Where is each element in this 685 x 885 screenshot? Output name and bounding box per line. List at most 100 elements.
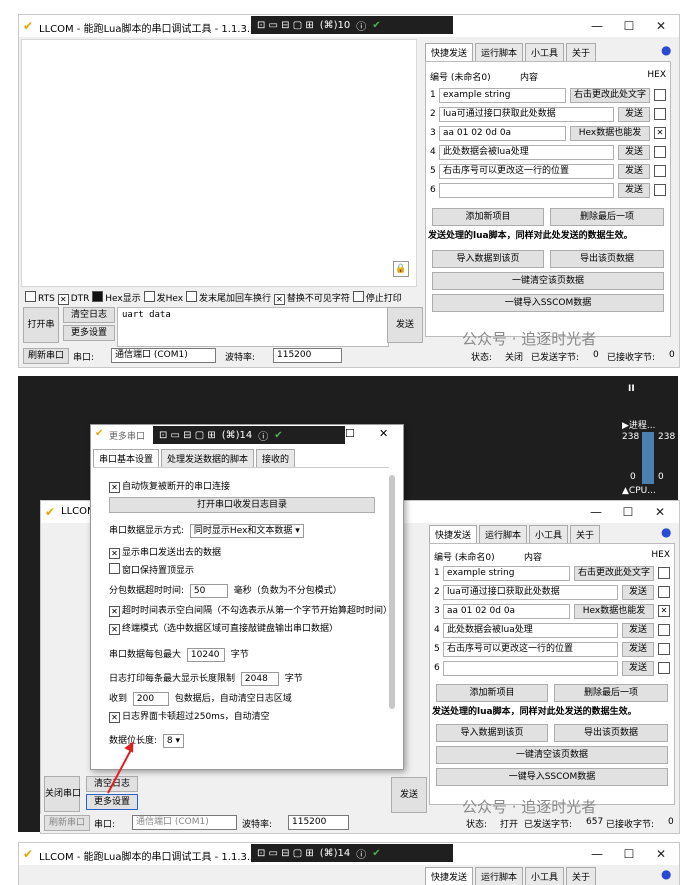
tab-quick-send[interactable]: 快捷发送: [425, 43, 474, 62]
row-hex-checkbox[interactable]: [654, 184, 666, 196]
dtr-checkbox[interactable]: ✕ DTR: [57, 294, 89, 305]
tab-send-script[interactable]: 处理发送数据的脚本: [161, 449, 255, 468]
more-settings-button-2[interactable]: 更多设置: [86, 794, 138, 810]
row-hex-checkbox[interactable]: [658, 567, 670, 579]
row-number[interactable]: 3: [434, 606, 442, 616]
row-text-field[interactable]: 右击序号可以更改这一行的位置: [443, 642, 618, 657]
row-send-button[interactable]: Hex数据也能发: [570, 126, 650, 141]
close-button-3[interactable]: ✕: [646, 845, 676, 863]
row-hex-checkbox[interactable]: [654, 108, 666, 120]
lock-icon[interactable]: 🔒: [393, 261, 409, 277]
dialog-scrollbar[interactable]: [389, 475, 395, 709]
close-button-2[interactable]: ✕: [645, 503, 675, 521]
timeout-input[interactable]: 50: [189, 584, 228, 598]
row-send-button[interactable]: 发送: [622, 642, 654, 657]
show-sent-checkbox[interactable]: ✕ 显示串口发送出去的数据: [109, 545, 221, 559]
row-number[interactable]: 2: [430, 109, 438, 119]
tab-receive[interactable]: 接收的: [256, 449, 296, 468]
row-number[interactable]: 1: [434, 568, 442, 578]
row-text-field[interactable]: 此处数据会被lua处理: [443, 623, 618, 638]
row-number[interactable]: 6: [430, 185, 438, 195]
row-hex-checkbox[interactable]: [654, 89, 666, 101]
row-text-field[interactable]: example string: [443, 566, 570, 581]
open-log-dir-button[interactable]: 打开串口收发日志目录: [109, 497, 375, 513]
refresh-port-button-2[interactable]: 刷新串口: [44, 815, 90, 831]
import-sscom-button-2[interactable]: 一键导入SSCOM数据: [436, 768, 668, 786]
delete-last-button[interactable]: 删除最后一项: [550, 208, 664, 226]
row-text-field[interactable]: 右击序号可以更改这一行的位置: [439, 164, 614, 179]
check-icon[interactable]: ✔: [372, 20, 380, 31]
port-select-2[interactable]: 通信端口 (COM1): [132, 815, 237, 830]
send-button[interactable]: 发送: [387, 307, 423, 343]
row-number[interactable]: 2: [434, 587, 442, 597]
settings-icon-3[interactable]: ●: [661, 867, 671, 881]
row-number[interactable]: 5: [434, 644, 442, 654]
lag-clear-checkbox[interactable]: ✕ 日志界面卡顿超过250ms，自动清空: [109, 709, 270, 723]
clear-log-button[interactable]: 清空日志: [63, 307, 115, 323]
row-send-button[interactable]: 发送: [618, 183, 650, 198]
tab-quick-send-2[interactable]: 快捷发送: [429, 525, 478, 544]
import-sscom-button[interactable]: 一键导入SSCOM数据: [432, 294, 664, 312]
row-number[interactable]: 1: [430, 90, 438, 100]
row-number[interactable]: 6: [434, 663, 442, 673]
row-send-button[interactable]: 右击更改此处文字: [574, 566, 654, 581]
rts-checkbox[interactable]: RTS: [25, 291, 55, 304]
add-item-button[interactable]: 添加新项目: [432, 208, 544, 226]
tab-tools-2[interactable]: 小工具: [529, 525, 569, 544]
export-page-button-2[interactable]: 导出该页数据: [554, 724, 668, 742]
tab-run-script-3[interactable]: 运行脚本: [475, 867, 524, 885]
replace-invisible-checkbox[interactable]: ✕ 替换不可见字符: [273, 294, 350, 305]
row-number[interactable]: 5: [430, 166, 438, 176]
row-number[interactable]: 4: [430, 147, 438, 157]
row-send-button[interactable]: Hex数据也能发: [574, 604, 654, 619]
port-select[interactable]: 通信端口 (COM1): [111, 348, 216, 363]
import-page-button-2[interactable]: 导入数据到该页: [436, 724, 548, 742]
close-port-button[interactable]: 关闭串口: [44, 776, 81, 812]
row-hex-checkbox[interactable]: [654, 146, 666, 158]
row-send-button[interactable]: 发送: [618, 145, 650, 160]
row-send-button[interactable]: 发送: [618, 107, 650, 122]
log-area[interactable]: [21, 39, 417, 287]
tab-tools-3[interactable]: 小工具: [525, 867, 565, 885]
timeout-gap-checkbox[interactable]: ✕ 超时时间表示空白间隔（不勾选表示从第一个字节开始算超时时间）: [109, 603, 392, 617]
help-icon[interactable]: ⓘ: [356, 18, 366, 33]
row-hex-checkbox[interactable]: [658, 586, 670, 598]
settings-icon-2[interactable]: ●: [661, 525, 671, 539]
row-number[interactable]: 4: [434, 625, 442, 635]
row-text-field[interactable]: lua可通过接口获取此处数据: [443, 585, 618, 600]
dialog-maximize-button[interactable]: ☐: [345, 427, 355, 440]
row-send-button[interactable]: 发送: [622, 585, 654, 600]
tab-about-3[interactable]: 关于: [566, 867, 597, 885]
pause-icon[interactable]: II: [628, 384, 635, 394]
tab-about-2[interactable]: 关于: [570, 525, 601, 544]
dialog-close-button[interactable]: ✕: [379, 427, 388, 440]
log-limit-input[interactable]: 2048: [240, 672, 279, 686]
row-text-field[interactable]: lua可通过接口获取此处数据: [439, 107, 614, 122]
row-hex-checkbox[interactable]: [658, 643, 670, 655]
row-send-button[interactable]: 右击更改此处文字: [570, 88, 650, 103]
hex-show-checkbox[interactable]: Hex显示: [92, 291, 141, 304]
clear-page-button[interactable]: 一键清空该页数据: [432, 272, 664, 290]
export-page-button[interactable]: 导出该页数据: [550, 250, 664, 268]
tab-run-script[interactable]: 运行脚本: [475, 43, 524, 62]
baud-select-2[interactable]: 115200: [288, 815, 349, 830]
toolbar-icons[interactable]: ⊡ ▭ ⊟ ▢ ⊞: [257, 20, 314, 31]
more-settings-button[interactable]: 更多设置: [63, 325, 115, 341]
settings-icon[interactable]: ●: [661, 43, 671, 57]
window-top-checkbox[interactable]: 窗口保持置顶显示: [109, 563, 194, 576]
row-text-field[interactable]: aa 01 02 0d 0a: [443, 604, 570, 619]
auto-reconnect-checkbox[interactable]: ✕ 自动恢复被断开的串口连接: [109, 479, 230, 493]
row-number[interactable]: 3: [430, 128, 438, 138]
stop-print-checkbox[interactable]: 停止打印: [352, 291, 402, 304]
import-page-button[interactable]: 导入数据到该页: [432, 250, 544, 268]
data-bits-select[interactable]: 8 ▾: [162, 734, 185, 748]
row-text-field[interactable]: [439, 183, 614, 198]
row-hex-checkbox[interactable]: ✕: [654, 127, 666, 139]
minimize-button[interactable]: —: [582, 17, 612, 35]
tab-run-script-2[interactable]: 运行脚本: [479, 525, 528, 544]
send-input[interactable]: uart data: [117, 307, 389, 347]
refresh-port-button[interactable]: 刷新串口: [23, 348, 69, 364]
open-port-button[interactable]: 打开串口: [23, 307, 59, 364]
baud-select[interactable]: 115200: [273, 348, 342, 363]
row-text-field[interactable]: 此处数据会被lua处理: [439, 145, 614, 160]
